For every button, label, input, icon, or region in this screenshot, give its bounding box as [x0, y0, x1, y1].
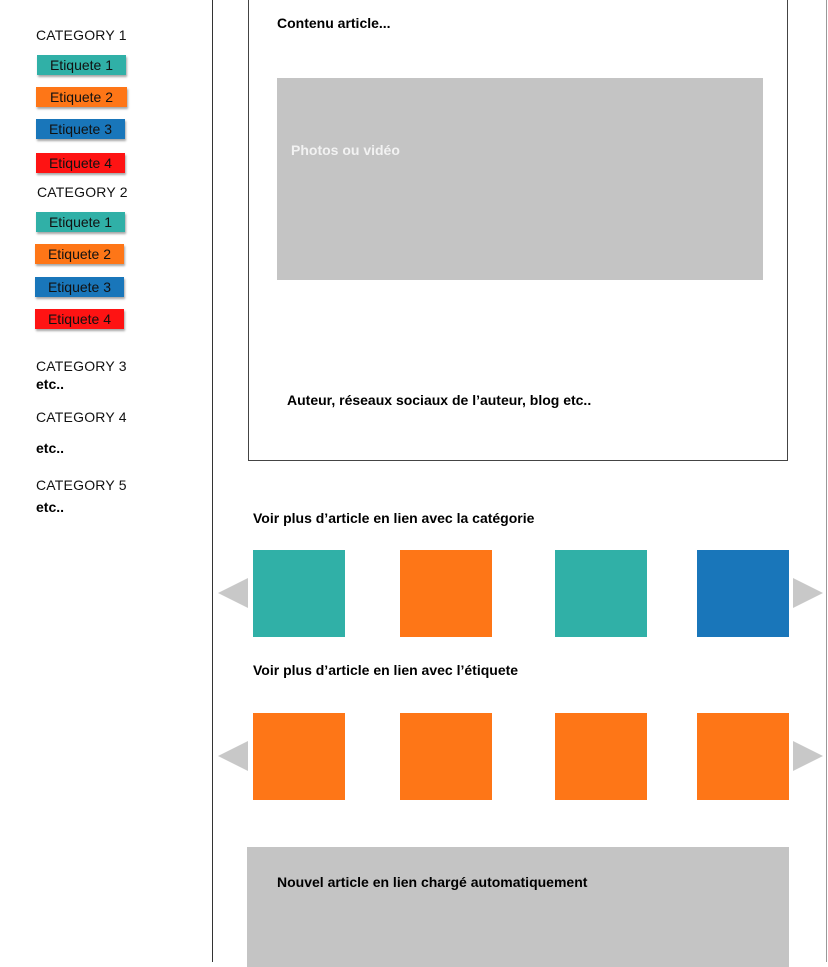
category-1-title[interactable]: CATEGORY 1	[36, 27, 127, 43]
category-1-tag-4[interactable]: Etiquete 4	[36, 153, 125, 173]
author-info: Auteur, réseaux sociaux de l’auteur, blo…	[287, 392, 592, 408]
related-category-next-arrow-icon[interactable]	[793, 578, 823, 608]
next-article-label: Nouvel article en lien chargé automatiqu…	[277, 874, 588, 890]
category-3-etc: etc..	[36, 376, 65, 392]
related-tag-thumb-4[interactable]	[697, 713, 789, 800]
category-1-tag-3[interactable]: Etiquete 3	[36, 119, 125, 139]
sidebar-divider	[212, 0, 213, 962]
related-category-prev-arrow-icon[interactable]	[218, 578, 248, 608]
category-2-tag-1[interactable]: Etiquete 1	[36, 212, 125, 232]
category-5-title[interactable]: CATEGORY 5	[36, 477, 127, 493]
related-tag-heading: Voir plus d’article en lien avec l’étiqu…	[253, 662, 519, 678]
article-content-label: Contenu article...	[277, 15, 391, 31]
category-4-title[interactable]: CATEGORY 4	[36, 409, 127, 425]
category-2-title[interactable]: CATEGORY 2	[37, 184, 128, 200]
related-category-thumb-4[interactable]	[697, 550, 789, 637]
related-tag-thumb-1[interactable]	[253, 713, 345, 800]
related-tag-prev-arrow-icon[interactable]	[218, 741, 248, 771]
category-5-etc: etc..	[36, 499, 65, 515]
related-category-thumb-3[interactable]	[555, 550, 647, 637]
media-label: Photos ou vidéo	[291, 142, 400, 158]
related-category-thumb-1[interactable]	[253, 550, 345, 637]
next-article-preview[interactable]: Nouvel article en lien chargé automatiqu…	[247, 847, 789, 967]
article-media[interactable]: Photos ou vidéo	[277, 78, 763, 280]
page-right-border	[826, 0, 827, 962]
related-tag-next-arrow-icon[interactable]	[793, 741, 823, 771]
category-4-etc: etc..	[36, 440, 65, 456]
related-category-heading: Voir plus d’article en lien avec la caté…	[253, 510, 535, 526]
category-1-tag-2[interactable]: Etiquete 2	[36, 87, 127, 107]
category-1-tag-1[interactable]: Etiquete 1	[37, 55, 126, 75]
related-category-thumb-2[interactable]	[400, 550, 492, 637]
category-2-tag-2[interactable]: Etiquete 2	[35, 244, 124, 264]
category-3-title[interactable]: CATEGORY 3	[36, 358, 127, 374]
related-tag-thumb-2[interactable]	[400, 713, 492, 800]
related-tag-thumb-3[interactable]	[555, 713, 647, 800]
category-2-tag-4[interactable]: Etiquete 4	[35, 309, 124, 329]
category-2-tag-3[interactable]: Etiquete 3	[35, 277, 124, 297]
